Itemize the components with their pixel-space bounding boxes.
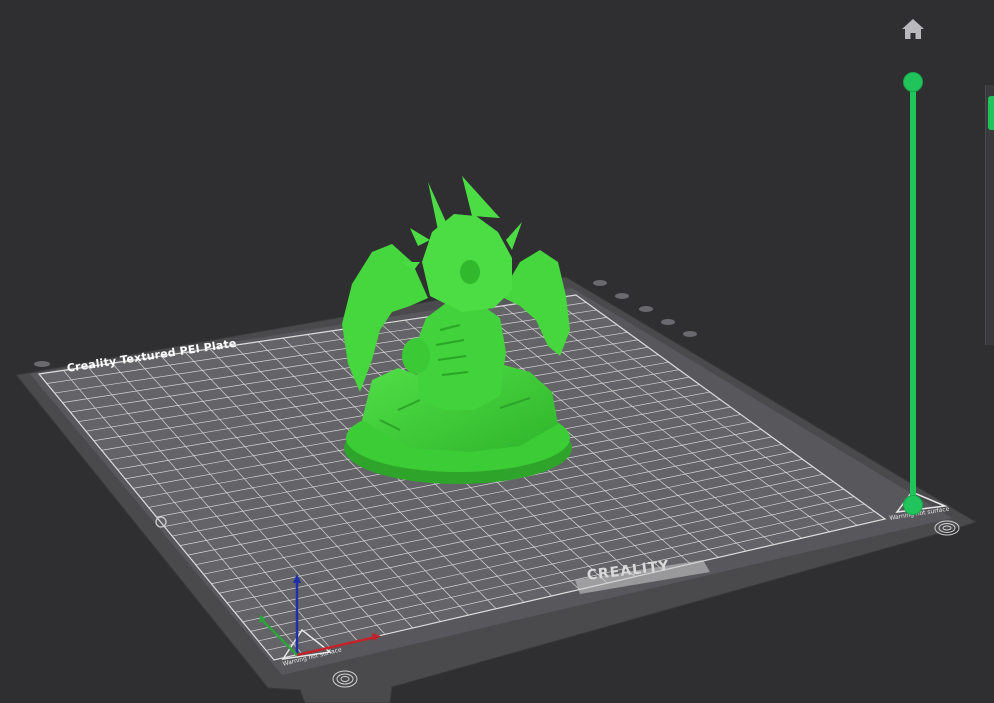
right-panel-tab[interactable] [988,96,994,130]
layer-slider-bottom-handle[interactable] [903,495,923,515]
layer-slider-track[interactable] [910,81,916,505]
plate-tab [639,306,653,312]
model-right-horn [462,176,500,218]
home-icon [902,19,924,39]
layer-slider-top-handle[interactable] [903,72,923,92]
layer-range-slider[interactable] [898,64,928,520]
plate-tab [615,293,629,299]
plate-tab [34,361,50,367]
model-egg [402,338,430,374]
model-eye [460,260,480,284]
plate-tab [683,331,697,337]
plate-tab [593,280,607,286]
home-view-button[interactable] [899,15,927,43]
model-left-horn [428,182,446,230]
plate-tab [661,319,675,325]
